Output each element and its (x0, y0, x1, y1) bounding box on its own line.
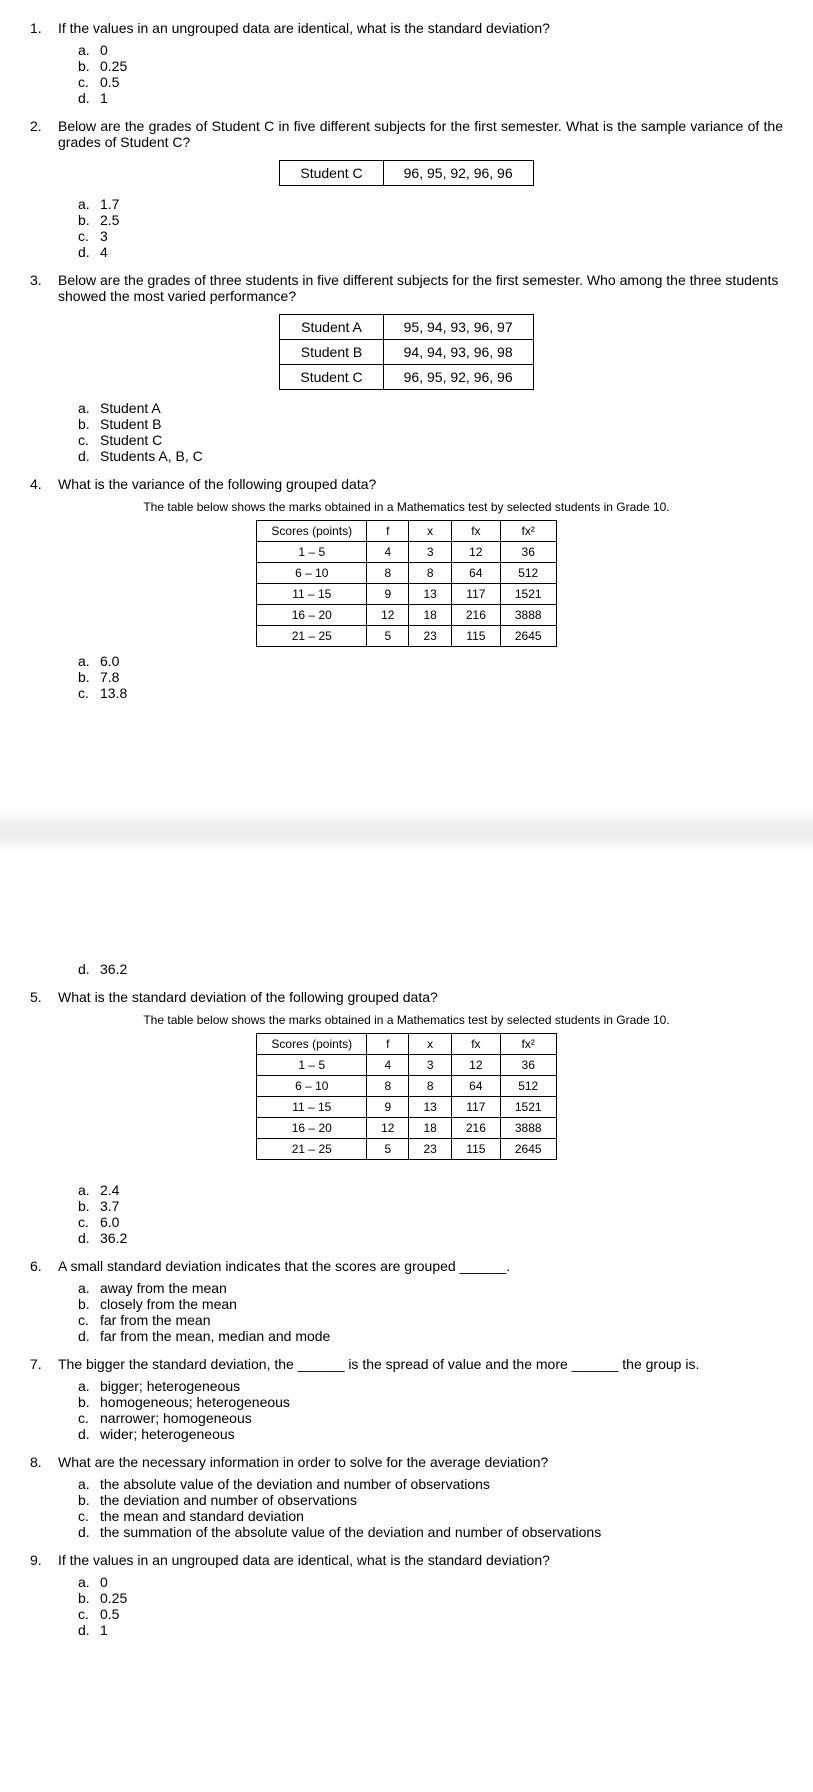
q-num: 1. (30, 20, 58, 36)
opt-c[interactable]: c.0.5 (78, 74, 783, 90)
opt-d[interactable]: d.far from the mean, median and mode (78, 1328, 783, 1344)
q5-caption: The table below shows the marks obtained… (30, 1013, 783, 1027)
opt-b[interactable]: b.0.25 (78, 1590, 783, 1606)
q1-options: a.0 b.0.25 c.0.5 d.1 (78, 42, 783, 106)
opt-d[interactable]: d.wider; heterogeneous (78, 1426, 783, 1442)
question-6: 6.A small standard deviation indicates t… (30, 1258, 783, 1274)
q5-options: a.2.4 b.3.7 c.6.0 d.36.2 (78, 1182, 783, 1246)
opt-c[interactable]: c.0.5 (78, 1606, 783, 1622)
opt-a[interactable]: a.2.4 (78, 1182, 783, 1198)
opt-b[interactable]: b.closely from the mean (78, 1296, 783, 1312)
question-1: 1.If the values in an ungrouped data are… (30, 20, 783, 36)
opt-d[interactable]: d.36.2 (78, 1230, 783, 1246)
q3-table: Student A95, 94, 93, 96, 97 Student B94,… (279, 314, 533, 390)
question-5: 5.What is the standard deviation of the … (30, 989, 783, 1005)
q7-options: a.bigger; heterogeneous b.homogeneous; h… (78, 1378, 783, 1442)
q4-options-top: a.6.0 b.7.8 c.13.8 (78, 653, 783, 701)
opt-c[interactable]: c.13.8 (78, 685, 783, 701)
q3-options: a.Student A b.Student B c.Student C d.St… (78, 400, 783, 464)
question-9: 9.If the values in an ungrouped data are… (30, 1552, 783, 1568)
opt-b[interactable]: b.2.5 (78, 212, 783, 228)
q5-data-table: Scores (points)fxfxfx² 1 – 5431236 6 – 1… (256, 1033, 556, 1160)
opt-a[interactable]: a.the absolute value of the deviation an… (78, 1476, 783, 1492)
q-text: If the values in an ungrouped data are i… (58, 20, 783, 36)
opt-d[interactable]: d.1 (78, 90, 783, 106)
question-4: 4.What is the variance of the following … (30, 476, 783, 492)
opt-c[interactable]: c.6.0 (78, 1214, 783, 1230)
opt-d[interactable]: d.4 (78, 244, 783, 260)
q2-table: Student C96, 95, 92, 96, 96 (279, 160, 533, 186)
opt-d[interactable]: d.36.2 (78, 961, 783, 977)
q2-options: a.1.7 b.2.5 c.3 d.4 (78, 196, 783, 260)
opt-a[interactable]: a.0 (78, 42, 783, 58)
opt-a[interactable]: a.0 (78, 1574, 783, 1590)
opt-d[interactable]: d.1 (78, 1622, 783, 1638)
opt-c[interactable]: c.far from the mean (78, 1312, 783, 1328)
opt-b[interactable]: b.7.8 (78, 669, 783, 685)
q4-caption: The table below shows the marks obtained… (30, 500, 783, 514)
opt-d[interactable]: d.the summation of the absolute value of… (78, 1524, 783, 1540)
q8-options: a.the absolute value of the deviation an… (78, 1476, 783, 1540)
opt-c[interactable]: c.3 (78, 228, 783, 244)
opt-c[interactable]: c.the mean and standard deviation (78, 1508, 783, 1524)
opt-a[interactable]: a.away from the mean (78, 1280, 783, 1296)
question-7: 7.The bigger the standard deviation, the… (30, 1356, 783, 1372)
opt-d[interactable]: d.Students A, B, C (78, 448, 783, 464)
q9-options: a.0 b.0.25 c.0.5 d.1 (78, 1574, 783, 1638)
opt-b[interactable]: b.0.25 (78, 58, 783, 74)
opt-b[interactable]: b.3.7 (78, 1198, 783, 1214)
opt-a[interactable]: a.6.0 (78, 653, 783, 669)
q4-data-table: Scores (points)fxfxfx² 1 – 5431236 6 – 1… (256, 520, 556, 647)
question-2: 2.Below are the grades of Student C in f… (30, 118, 783, 150)
page-gap (0, 721, 813, 941)
opt-a[interactable]: a.1.7 (78, 196, 783, 212)
q4-options-bottom: d.36.2 (78, 961, 783, 977)
opt-a[interactable]: a.bigger; heterogeneous (78, 1378, 783, 1394)
opt-b[interactable]: b.homogeneous; heterogeneous (78, 1394, 783, 1410)
question-8: 8.What are the necessary information in … (30, 1454, 783, 1470)
opt-b[interactable]: b.Student B (78, 416, 783, 432)
opt-b[interactable]: b.the deviation and number of observatio… (78, 1492, 783, 1508)
opt-a[interactable]: a.Student A (78, 400, 783, 416)
q6-options: a.away from the mean b.closely from the … (78, 1280, 783, 1344)
opt-c[interactable]: c.narrower; homogeneous (78, 1410, 783, 1426)
question-3: 3.Below are the grades of three students… (30, 272, 783, 304)
opt-c[interactable]: c.Student C (78, 432, 783, 448)
